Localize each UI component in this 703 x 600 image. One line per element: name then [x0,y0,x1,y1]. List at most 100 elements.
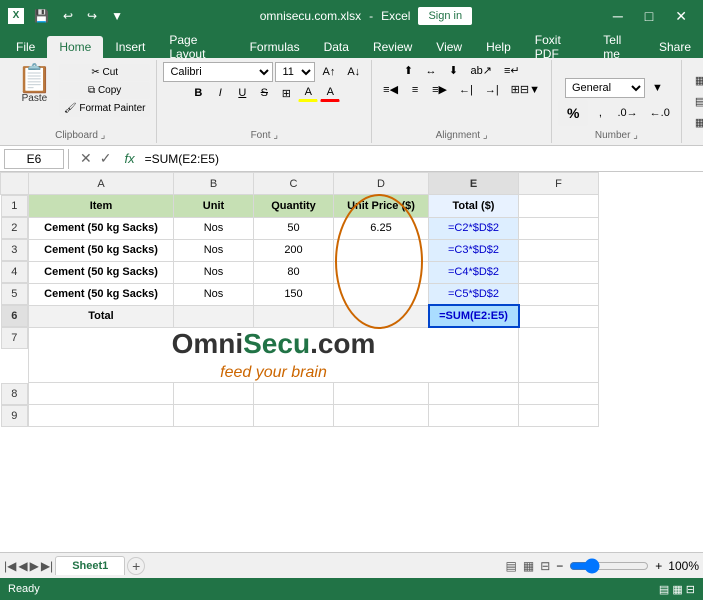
col-header-b[interactable]: B [174,173,254,195]
cell-b6[interactable] [174,305,254,327]
comma-btn[interactable]: , [590,105,610,121]
cell-a1[interactable]: Item [29,195,174,218]
cell-d9[interactable] [334,405,429,427]
cell-c8[interactable] [254,383,334,405]
cell-b2[interactable]: Nos [174,217,254,239]
undo-btn[interactable]: ↩ [59,7,77,25]
cell-f1[interactable] [519,195,599,218]
merge-center-btn[interactable]: ⊞⊟▼ [506,81,545,98]
percent-button[interactable]: % [558,100,588,126]
increase-decimal-btn[interactable]: .0→ [612,105,642,121]
cell-c3[interactable]: 200 [254,239,334,261]
cell-d3[interactable] [334,239,429,261]
last-sheet-btn[interactable]: ▶| [41,559,53,573]
cell-e6[interactable]: =SUM(E2:E5) [429,305,519,327]
cell-f2[interactable] [519,217,599,239]
cell-reference-input[interactable] [4,149,64,169]
tab-insert[interactable]: Insert [103,36,157,58]
minimize-btn[interactable]: ─ [605,8,631,24]
number-format-select[interactable]: General [565,78,645,98]
zoom-slider[interactable] [569,558,649,574]
cell-f5[interactable] [519,283,599,305]
cell-f4[interactable] [519,261,599,283]
decrease-decimal-btn[interactable]: ←.0 [645,105,675,121]
cut-button[interactable]: ✂ Cut [59,64,151,81]
align-bottom-btn[interactable]: ⬇ [444,62,464,79]
cell-styles-button[interactable]: ▦ Cell Styles ▼ [688,113,703,132]
cell-f6[interactable] [519,305,599,327]
tab-file[interactable]: File [4,36,47,58]
first-sheet-btn[interactable]: |◀ [4,559,16,573]
col-header-e[interactable]: E [429,173,519,195]
paste-button[interactable]: 📋 Paste [10,62,59,107]
cell-d1[interactable]: Unit Price ($) [334,195,429,218]
align-left-btn[interactable]: ≡◀ [378,81,403,98]
conditional-formatting-button[interactable]: ▦ Conditional Formatting ▼ [688,71,703,90]
cell-e4[interactable]: =C4*$D$2 [429,261,519,283]
font-name-select[interactable]: Calibri [163,62,273,82]
font-color-button[interactable]: A [320,84,340,102]
zoom-plus-btn[interactable]: + [655,559,662,573]
view-page-break-btn[interactable]: ⊟ [540,559,550,573]
tab-tellme[interactable]: Tell me [591,36,647,58]
cell-c6[interactable] [254,305,334,327]
fill-color-button[interactable]: A [298,84,318,102]
cell-a5[interactable]: Cement (50 kg Sacks) [29,283,174,305]
decrease-font-btn[interactable]: A↓ [342,64,365,80]
strikethrough-button[interactable]: S [254,85,274,101]
col-header-a[interactable]: A [29,173,174,195]
cell-d2[interactable]: 6.25 [334,217,429,239]
cell-f8[interactable] [519,383,599,405]
close-btn[interactable]: ✕ [667,8,695,25]
align-top-btn[interactable]: ⬆ [399,62,419,79]
cell-e9[interactable] [429,405,519,427]
add-sheet-button[interactable]: + [127,557,145,575]
bold-button[interactable]: B [188,85,208,101]
cell-c4[interactable]: 80 [254,261,334,283]
cell-f9[interactable] [519,405,599,427]
cell-d6[interactable] [334,305,429,327]
cell-a6[interactable]: Total [29,305,174,327]
font-size-select[interactable]: 11 [275,62,315,82]
cell-e3[interactable]: =C3*$D$2 [429,239,519,261]
view-normal-btn[interactable]: ▤ [506,559,517,573]
tab-foxit[interactable]: Foxit PDF [523,36,591,58]
cell-d4[interactable] [334,261,429,283]
cell-d5[interactable] [334,283,429,305]
border-button[interactable]: ⊞ [276,85,296,102]
cell-b9[interactable] [174,405,254,427]
cell-f7[interactable] [519,327,599,383]
cell-f3[interactable] [519,239,599,261]
text-angle-btn[interactable]: ab↗ [466,62,497,79]
cell-d8[interactable] [334,383,429,405]
cell-c2[interactable]: 50 [254,217,334,239]
cell-c9[interactable] [254,405,334,427]
copy-button[interactable]: ⧉ Copy [59,82,151,99]
sheet-tab-sheet1[interactable]: Sheet1 [55,556,125,575]
cell-a8[interactable] [29,383,174,405]
cell-e5[interactable]: =C5*$D$2 [429,283,519,305]
cell-a4[interactable]: Cement (50 kg Sacks) [29,261,174,283]
tab-view[interactable]: View [424,36,474,58]
formula-input[interactable] [141,152,699,166]
align-middle-btn[interactable]: ↔ [421,63,442,79]
align-right-btn[interactable]: ≡▶ [427,81,452,98]
cell-a9[interactable] [29,405,174,427]
italic-button[interactable]: I [210,85,230,101]
cancel-formula-btn[interactable]: ✕ [77,150,95,167]
maximize-btn[interactable]: □ [637,8,661,24]
cell-e2[interactable]: =C2*$D$2 [429,217,519,239]
customize-btn[interactable]: ▼ [107,7,127,25]
tab-help[interactable]: Help [474,36,523,58]
prev-sheet-btn[interactable]: ◀ [18,559,27,573]
redo-btn[interactable]: ↪ [83,7,101,25]
number-dropdown-btn[interactable]: ▼ [647,80,668,96]
align-center-btn[interactable]: ≡ [405,82,425,98]
zoom-minus-btn[interactable]: − [556,559,563,573]
tab-home[interactable]: Home [47,36,103,58]
tab-formulas[interactable]: Formulas [238,36,312,58]
confirm-formula-btn[interactable]: ✓ [97,150,115,167]
cell-a3[interactable]: Cement (50 kg Sacks) [29,239,174,261]
cell-b3[interactable]: Nos [174,239,254,261]
underline-button[interactable]: U [232,85,252,101]
